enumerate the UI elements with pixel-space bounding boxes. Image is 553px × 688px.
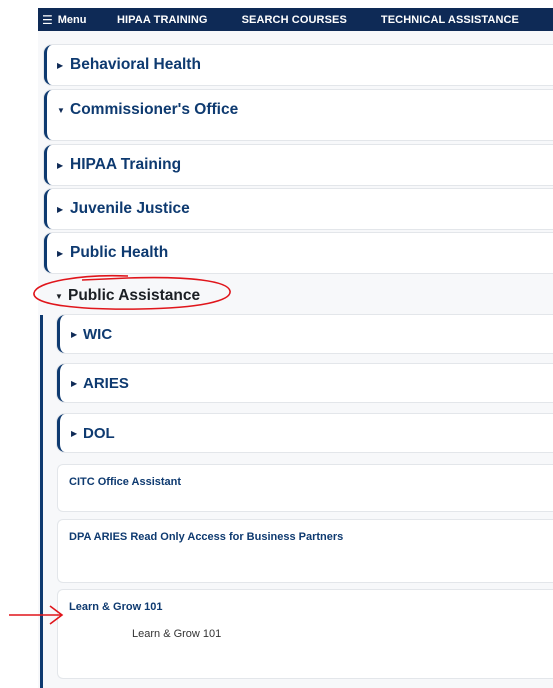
category-card-public-health[interactable]: ▶ Public Health: [44, 233, 553, 273]
category-header-public-assistance[interactable]: ▼ Public Assistance: [55, 286, 200, 306]
caret-right-icon: ▶: [71, 329, 78, 339]
subcategory-label: WIC: [83, 325, 113, 343]
category-label: Juvenile Justice: [70, 200, 190, 217]
category-label: Public Health: [70, 244, 169, 261]
caret-right-icon: ▶: [57, 204, 64, 214]
course-title-link[interactable]: Learn & Grow 101: [69, 601, 163, 613]
course-title-link[interactable]: DPA ARIES Read Only Access for Business …: [69, 531, 343, 543]
category-label: Commissioner's Office: [70, 101, 239, 118]
caret-down-icon: ▼: [57, 105, 65, 115]
category-card-juvenile-justice[interactable]: ▶ Juvenile Justice: [44, 189, 553, 229]
course-card[interactable]: Learn & Grow 101 Learn & Grow 101: [57, 589, 553, 679]
caret-right-icon: ▶: [57, 248, 64, 258]
hamburger-icon: ☰: [42, 12, 53, 27]
subcategory-card-aries[interactable]: ▶ ARIES: [57, 364, 553, 402]
course-card[interactable]: DPA ARIES Read Only Access for Business …: [57, 519, 553, 583]
category-card-commissioners-office[interactable]: ▼ Commissioner's Office: [44, 90, 553, 140]
category-label: Public Assistance: [68, 287, 201, 304]
category-card-behavioral-health[interactable]: ▶ Behavioral Health: [44, 45, 553, 85]
nav-link-technical-assistance[interactable]: TECHNICAL ASSISTANCE: [381, 14, 519, 26]
course-card[interactable]: CITC Office Assistant: [57, 464, 553, 512]
subcategory-label: DOL: [83, 424, 115, 442]
subcategory-label: ARIES: [83, 374, 129, 392]
subcategory-card-wic[interactable]: ▶ WIC: [57, 315, 553, 353]
nav-link-search-courses[interactable]: SEARCH COURSES: [242, 14, 347, 26]
course-description: Learn & Grow 101: [132, 628, 222, 640]
subcategory-card-dol[interactable]: ▶ DOL: [57, 414, 553, 452]
menu-button[interactable]: ☰ Menu: [38, 14, 117, 26]
top-navigation-bar: ☰ Menu HIPAA TRAINING SEARCH COURSES TEC…: [38, 8, 553, 31]
left-margin: [0, 31, 38, 688]
category-label: HIPAA Training: [70, 156, 182, 173]
caret-right-icon: ▶: [71, 378, 78, 388]
caret-right-icon: ▶: [57, 160, 64, 170]
category-label: Behavioral Health: [70, 56, 201, 73]
category-card-hipaa-training[interactable]: ▶ HIPAA Training: [44, 145, 553, 185]
caret-right-icon: ▶: [57, 60, 64, 70]
caret-right-icon: ▶: [71, 428, 78, 438]
course-title-link[interactable]: CITC Office Assistant: [69, 476, 181, 488]
section-guide-line: [40, 315, 43, 688]
nav-link-hipaa-training[interactable]: HIPAA TRAINING: [117, 14, 208, 26]
caret-down-icon: ▼: [55, 291, 63, 301]
menu-label: Menu: [57, 13, 87, 26]
